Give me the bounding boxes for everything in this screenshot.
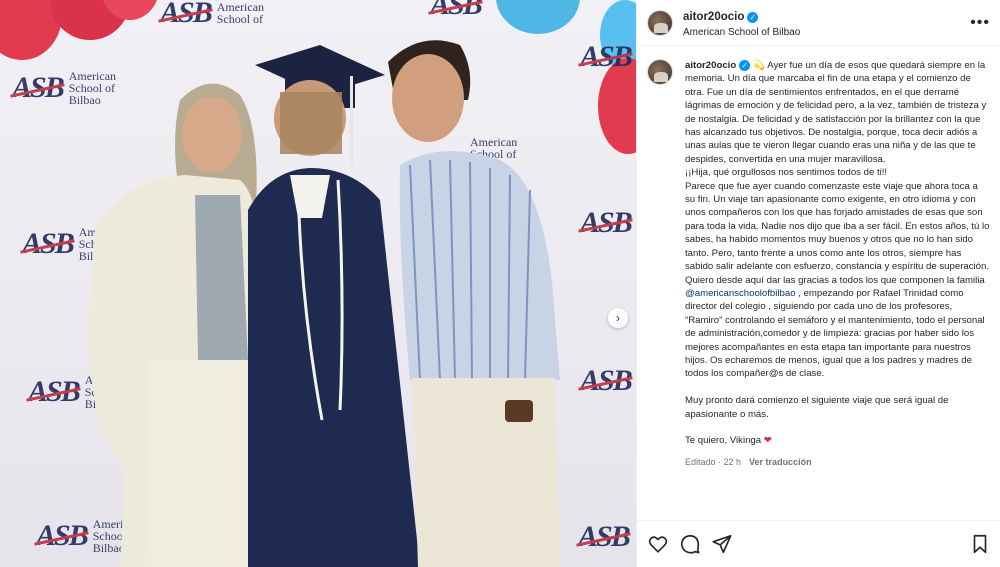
post-header-text: aitor20ocio ✓ American School of Bilbao [683,7,970,38]
username-label[interactable]: aitor20ocio [683,11,744,23]
post-photo: ASB American School of ASB ASB American Sc… [0,0,636,567]
more-options-icon[interactable]: ••• [970,14,990,32]
caption-paragraph-3: Parece que fue ayer cuando comenzaste es… [685,180,993,273]
verified-icon: ✓ [739,60,751,72]
person-graduate [248,45,420,567]
verified-icon: ✓ [747,11,759,23]
caption-paragraph-4-end: , empezando por Rafael Trinidad como dir… [685,287,988,380]
next-image-button[interactable]: › [608,308,628,328]
post-header: aitor20ocio ✓ American School of Bilbao … [637,0,1000,46]
post-username[interactable]: aitor20ocio ✓ [683,11,759,23]
bookmark-icon[interactable] [969,533,991,555]
caption-area: aitor20ocio ✓ 💫 Ayer fue un día de esos qu… [637,47,1000,517]
caption-paragraph-2: ¡¡Hija, qué orgullosos nos sentimos todo… [685,167,888,179]
caption-meta: Editado · 22 h Ver traducción [685,456,990,469]
caption-paragraph-1: 💫 Ayer fue un día de esos que quedará si… [685,60,989,165]
caption-paragraph-4-start: Quiero desde aquí dar las gracias a todo… [685,274,988,286]
caption-username-label[interactable]: aitor20ocio [685,59,736,72]
send-icon[interactable] [711,533,733,555]
caption-avatar[interactable] [647,59,673,85]
see-translation-link[interactable]: Ver traducción [749,457,812,467]
caption-text: aitor20ocio ✓ 💫 Ayer fue un día de esos qu… [685,59,990,517]
heart-icon[interactable] [647,533,669,555]
action-bar [637,520,1000,567]
post-panel: aitor20ocio ✓ American School of Bilbao … [636,0,1000,567]
heart-emoji-icon: ❤ [763,435,772,447]
caption-username[interactable]: aitor20ocio ✓ [685,59,751,72]
edited-timestamp: Editado · 22 h [685,456,742,467]
avatar[interactable] [647,9,673,36]
person-man [388,40,560,567]
caption-paragraph-6: Te quiero, Vikinga [685,435,764,447]
post-location[interactable]: American School of Bilbao [683,27,970,38]
comment-icon[interactable] [679,533,701,555]
people-figures [88,40,560,567]
mention-link[interactable]: @americanschoolofbilbao [685,288,796,299]
caption-paragraph-5: Muy pronto dará comienzo el siguiente vi… [685,395,952,420]
person-woman [88,83,263,567]
